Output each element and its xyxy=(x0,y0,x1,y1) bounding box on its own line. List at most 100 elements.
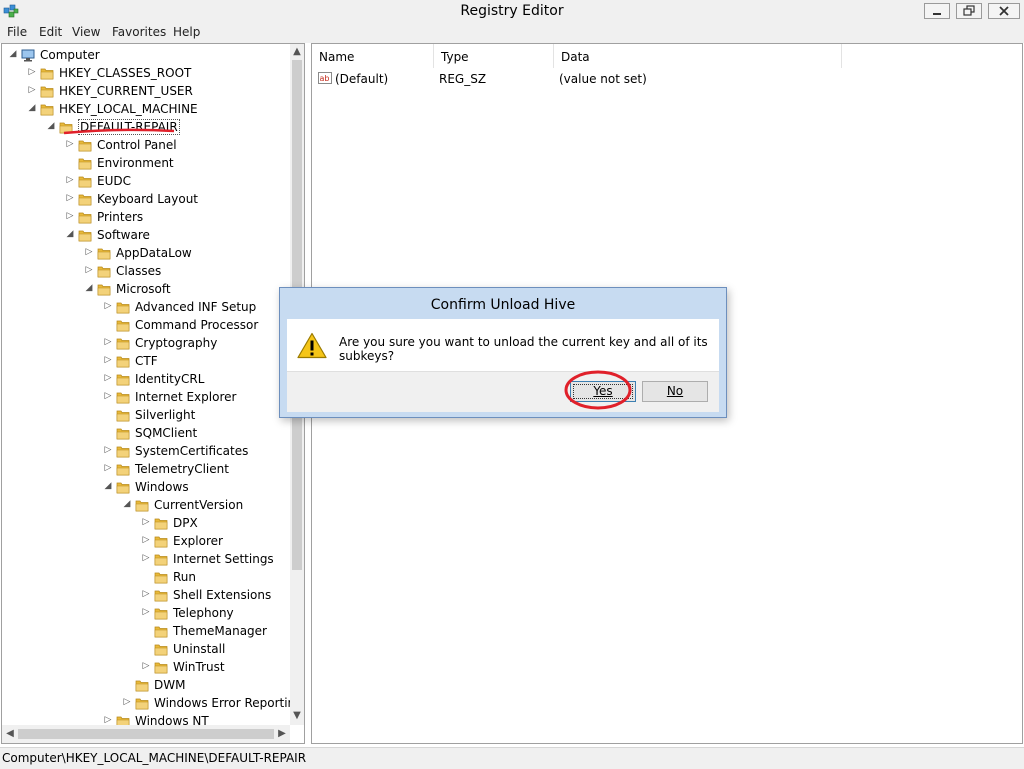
tree-node[interactable]: ▷ TelemetryClient xyxy=(2,460,290,478)
tree-node[interactable]: Environment xyxy=(2,154,290,172)
expand-arrow-icon[interactable]: ▷ xyxy=(84,265,94,275)
tree-horizontal-scroll-thumb[interactable] xyxy=(18,729,274,739)
expand-arrow-icon[interactable]: ▷ xyxy=(65,175,75,185)
expand-arrow-icon[interactable]: ▷ xyxy=(84,247,94,257)
expand-arrow-icon[interactable]: ▷ xyxy=(103,445,113,455)
registry-tree[interactable]: ◢ Computer ▷ HKEY_CLASSES_ROOT ▷ HKEY_CURRENT… xyxy=(1,43,305,744)
tree-node[interactable]: ▷ DPX xyxy=(2,514,290,532)
minimize-button[interactable] xyxy=(924,3,950,19)
tree-node[interactable]: ◢ Computer xyxy=(2,46,290,64)
column-header-type[interactable]: Type xyxy=(434,44,554,68)
tree-node[interactable]: SQMClient xyxy=(2,424,290,442)
value-type: REG_SZ xyxy=(439,72,487,86)
tree-horizontal-scrollbar[interactable]: ◀ ▶ xyxy=(2,725,290,743)
expand-arrow-icon[interactable]: ▷ xyxy=(141,535,151,545)
expand-arrow-icon[interactable]: ▷ xyxy=(141,517,151,527)
tree-node[interactable]: ▷ Printers xyxy=(2,208,290,226)
yes-button[interactable]: Yes xyxy=(570,381,636,402)
tree-node[interactable]: Command Processor xyxy=(2,316,290,334)
expand-arrow-icon[interactable]: ▷ xyxy=(65,211,75,221)
close-button[interactable] xyxy=(988,3,1020,19)
tree-node[interactable]: ▷ Explorer xyxy=(2,532,290,550)
expand-arrow-icon[interactable]: ▷ xyxy=(65,193,75,203)
expand-arrow-icon[interactable]: ▷ xyxy=(141,607,151,617)
expand-arrow-icon[interactable]: ▷ xyxy=(122,697,132,707)
tree-node[interactable]: ▷ Shell Extensions xyxy=(2,586,290,604)
scroll-left-icon[interactable]: ◀ xyxy=(3,728,17,739)
tree-node[interactable]: ▷ AppDataLow xyxy=(2,244,290,262)
folder-icon xyxy=(154,536,168,548)
expand-arrow-icon[interactable]: ▷ xyxy=(103,373,113,383)
tree-node[interactable]: ▷ HKEY_CURRENT_USER xyxy=(2,82,290,100)
collapse-arrow-icon[interactable]: ◢ xyxy=(65,229,75,239)
folder-icon xyxy=(116,446,130,458)
scroll-right-icon[interactable]: ▶ xyxy=(275,728,289,739)
scroll-up-icon[interactable]: ▲ xyxy=(290,46,304,57)
tree-node[interactable]: ▷ Keyboard Layout xyxy=(2,190,290,208)
restore-button[interactable] xyxy=(956,3,982,19)
tree-node[interactable]: ▷ Telephony xyxy=(2,604,290,622)
tree-node[interactable]: ◢ Microsoft xyxy=(2,280,290,298)
expand-arrow-icon[interactable]: ▷ xyxy=(103,301,113,311)
tree-node[interactable]: ▷ HKEY_CLASSES_ROOT xyxy=(2,64,290,82)
expand-arrow-icon[interactable]: ▷ xyxy=(103,337,113,347)
tree-node[interactable]: ▷ Windows NT xyxy=(2,712,290,725)
expand-arrow-icon[interactable]: ▷ xyxy=(103,391,113,401)
tree-node-label: Silverlight xyxy=(135,408,196,422)
expand-arrow-icon[interactable]: ▷ xyxy=(141,589,151,599)
tree-node[interactable]: ▷ IdentityCRL xyxy=(2,370,290,388)
tree-node[interactable]: Run xyxy=(2,568,290,586)
tree-node[interactable]: ThemeManager xyxy=(2,622,290,640)
expand-arrow-icon[interactable]: ▷ xyxy=(103,355,113,365)
collapse-arrow-icon[interactable]: ◢ xyxy=(103,481,113,491)
tree-node[interactable]: ▷ Cryptography xyxy=(2,334,290,352)
no-button[interactable]: No xyxy=(642,381,708,402)
expand-arrow-icon[interactable]: ▷ xyxy=(141,661,151,671)
tree-node[interactable]: ▷ EUDC xyxy=(2,172,290,190)
tree-node[interactable]: ▷ Classes xyxy=(2,262,290,280)
expand-arrow-icon[interactable]: ▷ xyxy=(27,85,37,95)
tree-node[interactable]: Silverlight xyxy=(2,406,290,424)
expand-arrow-icon[interactable]: ▷ xyxy=(141,553,151,563)
tree-node[interactable]: ▷ Control Panel xyxy=(2,136,290,154)
tree-node[interactable]: ◢ HKEY_LOCAL_MACHINE xyxy=(2,100,290,118)
tree-node[interactable]: Uninstall xyxy=(2,640,290,658)
tree-node[interactable]: DWM xyxy=(2,676,290,694)
tree-node-label: DWM xyxy=(154,678,186,692)
tree-node[interactable]: ▷ Internet Settings xyxy=(2,550,290,568)
expand-arrow-icon[interactable]: ▷ xyxy=(103,715,113,725)
tree-node[interactable]: ▷ Windows Error Reporting xyxy=(2,694,290,712)
confirm-unload-dialog: Confirm Unload Hive Are you sure you wan… xyxy=(279,287,727,418)
tree-node[interactable]: ▷ WinTrust xyxy=(2,658,290,676)
tree-node[interactable]: ▷ CTF xyxy=(2,352,290,370)
menu-edit[interactable]: Edit xyxy=(39,25,62,39)
expand-arrow-icon[interactable]: ▷ xyxy=(65,139,75,149)
column-header-data[interactable]: Data xyxy=(554,44,842,68)
tree-node[interactable]: ▷ Advanced INF Setup xyxy=(2,298,290,316)
folder-icon xyxy=(97,248,111,260)
tree-node[interactable]: ◢ Software xyxy=(2,226,290,244)
menu-help[interactable]: Help xyxy=(173,25,200,39)
scroll-down-icon[interactable]: ▼ xyxy=(290,710,304,721)
collapse-arrow-icon[interactable]: ◢ xyxy=(27,103,37,113)
tree-node-label: HKEY_CLASSES_ROOT xyxy=(59,66,192,80)
tree-node-label: Windows Error Reporting xyxy=(154,696,290,710)
tree-node[interactable]: ◢ CurrentVersion xyxy=(2,496,290,514)
menu-view[interactable]: View xyxy=(72,25,100,39)
expand-arrow-icon[interactable]: ▷ xyxy=(103,463,113,473)
tree-node[interactable]: ▷ Internet Explorer xyxy=(2,388,290,406)
menu-favorites[interactable]: Favorites xyxy=(112,25,166,39)
tree-node[interactable]: ◢ Windows xyxy=(2,478,290,496)
tree-node-label: WinTrust xyxy=(173,660,225,674)
collapse-arrow-icon[interactable]: ◢ xyxy=(8,49,18,59)
column-header-name[interactable]: Name xyxy=(312,44,434,68)
collapse-arrow-icon[interactable]: ◢ xyxy=(84,283,94,293)
tree-node[interactable]: ▷ SystemCertificates xyxy=(2,442,290,460)
column-header-label: Name xyxy=(319,50,355,64)
minimize-icon xyxy=(933,13,941,15)
menu-file[interactable]: File xyxy=(7,25,27,39)
tree-node[interactable]: ◢ DEFAULT-REPAIR xyxy=(2,118,290,136)
collapse-arrow-icon[interactable]: ◢ xyxy=(122,499,132,509)
collapse-arrow-icon[interactable]: ◢ xyxy=(46,121,56,131)
expand-arrow-icon[interactable]: ▷ xyxy=(27,67,37,77)
